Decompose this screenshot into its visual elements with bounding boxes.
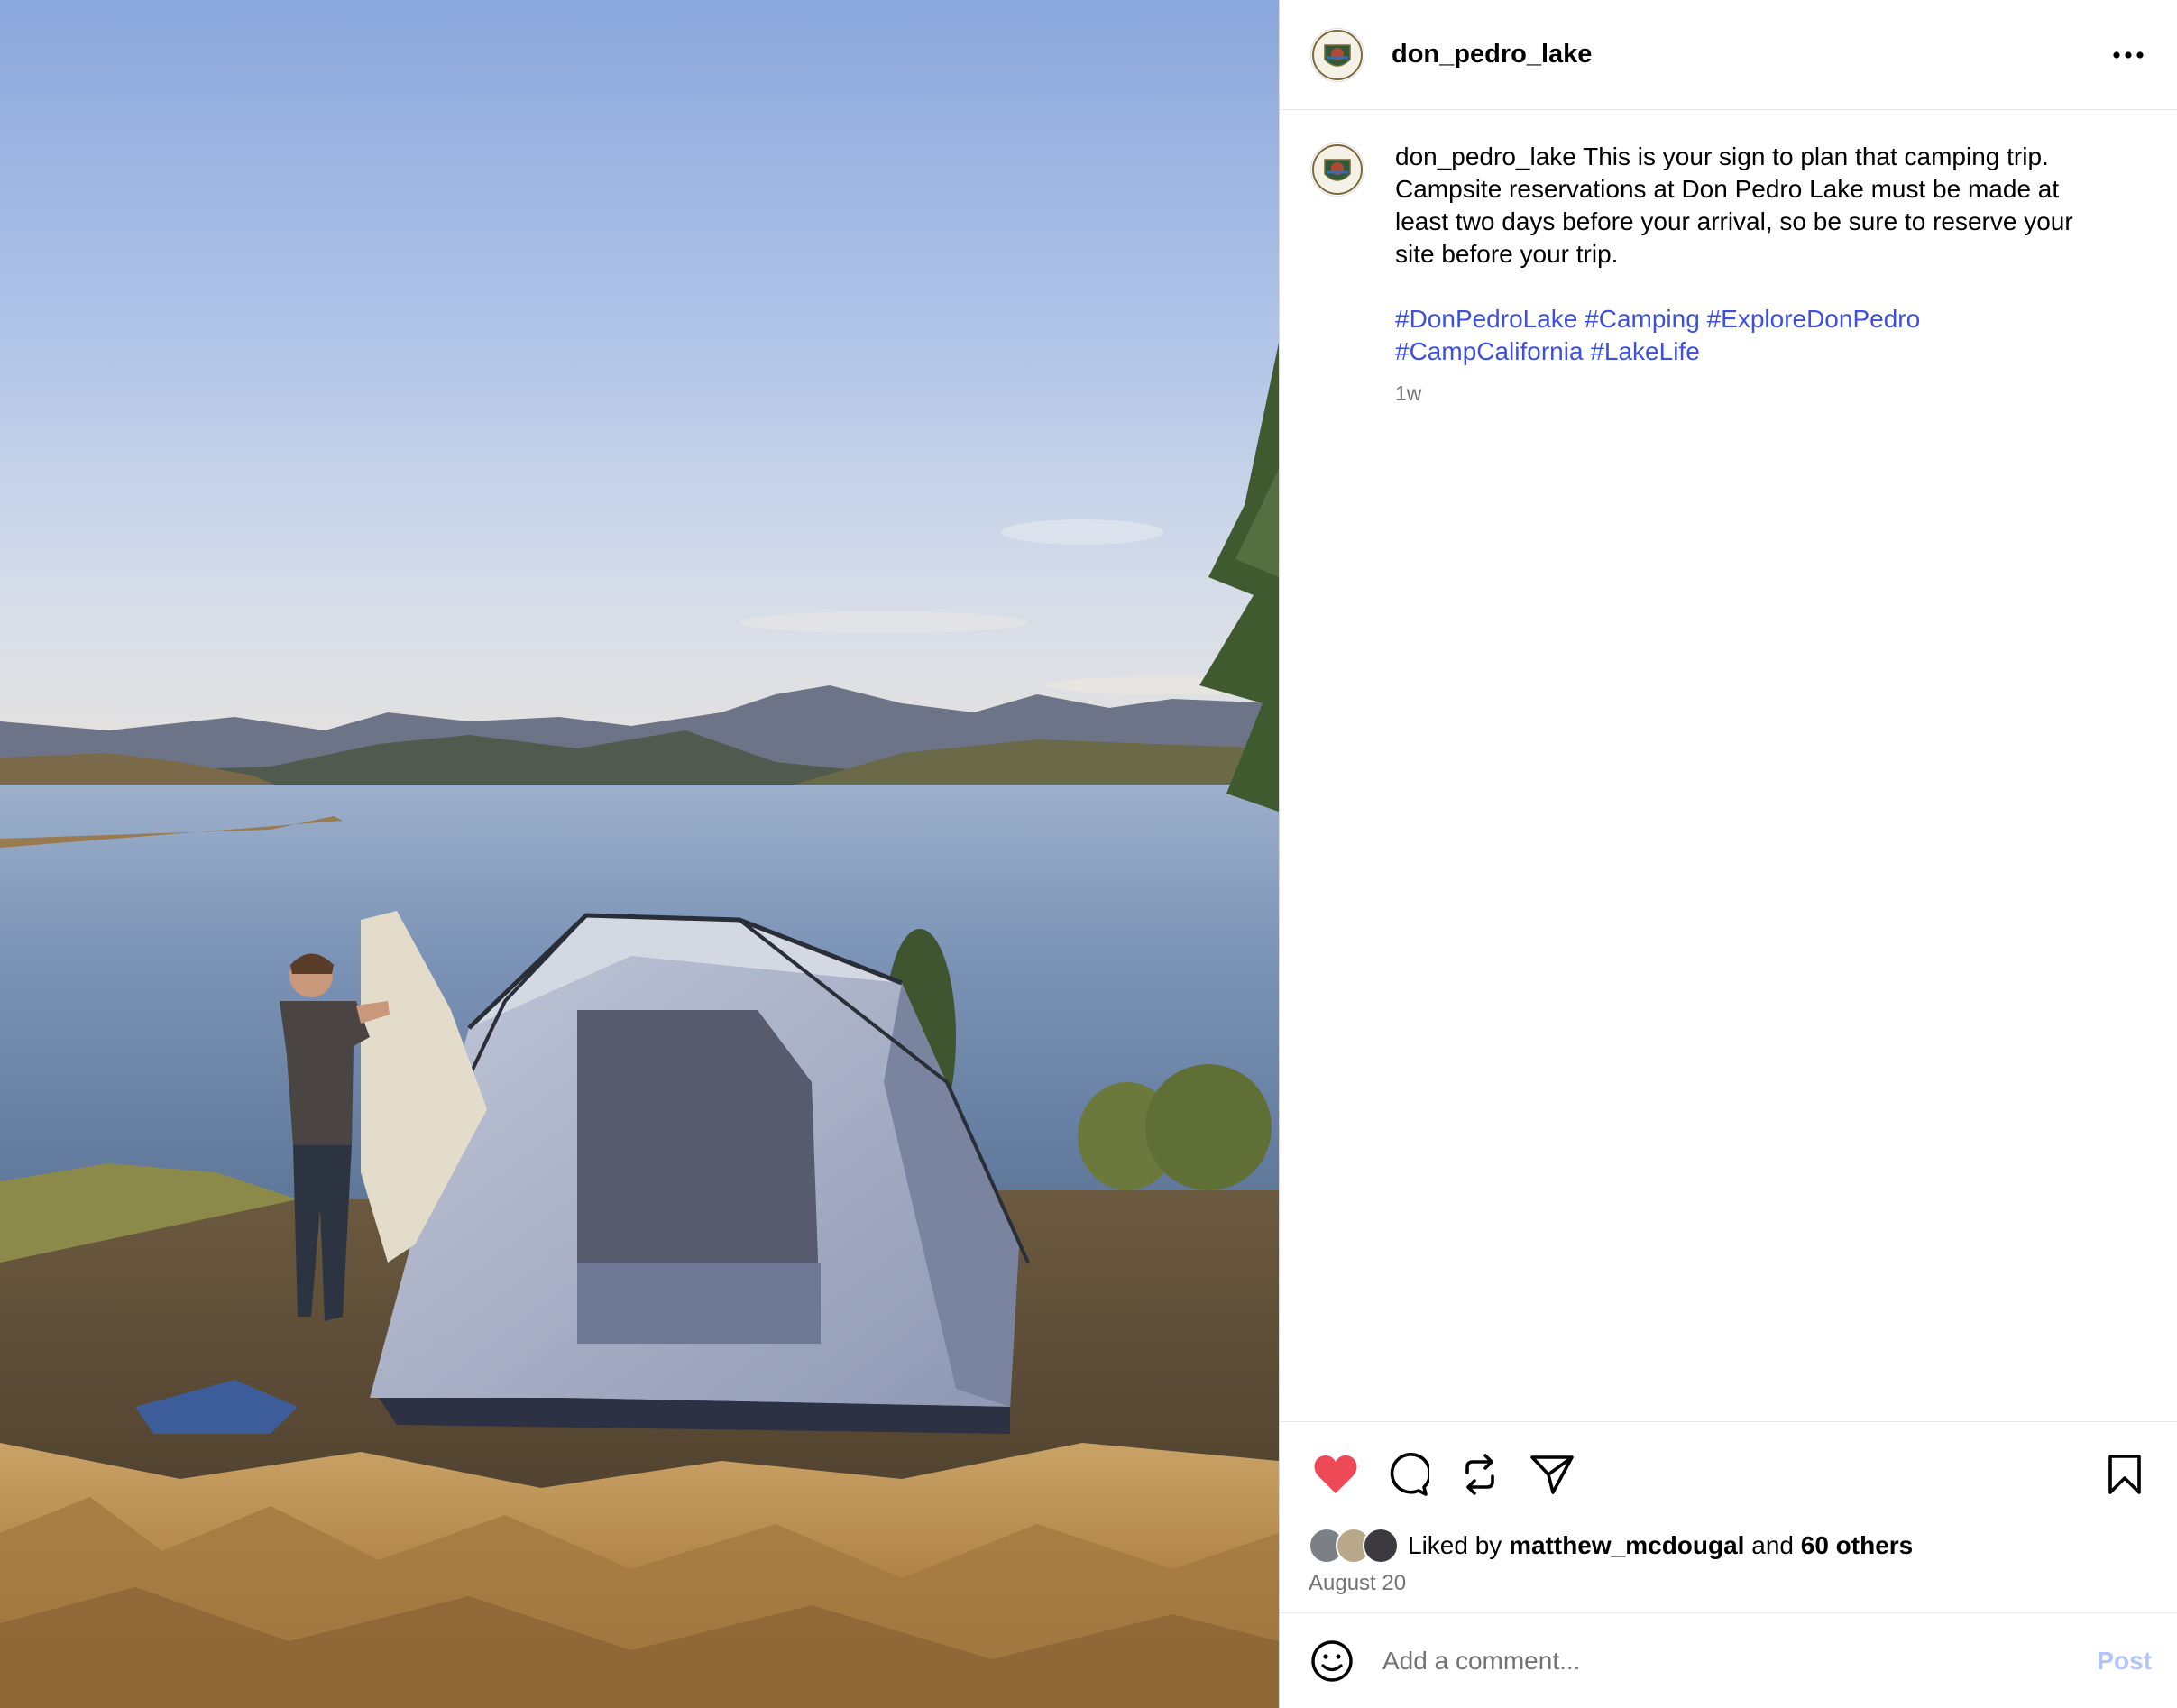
more-icon <box>2113 51 2144 59</box>
hashtag-link[interactable]: #ExploreDonPedro <box>1707 305 1921 333</box>
post-header: don_pedro_lake <box>1280 0 2177 110</box>
like-button[interactable] <box>1309 1447 1363 1501</box>
hashtag-link[interactable]: #DonPedroLake <box>1395 305 1577 333</box>
liker-username[interactable]: matthew_mcdougal <box>1509 1531 1744 1560</box>
post-date[interactable]: August 20 <box>1280 1566 2177 1612</box>
share-button[interactable] <box>1525 1447 1579 1501</box>
account-avatar[interactable] <box>1310 27 1364 82</box>
repost-button[interactable] <box>1453 1447 1507 1501</box>
emoji-icon[interactable] <box>1310 1639 1354 1683</box>
repost-icon <box>1465 1453 1494 1495</box>
heart-filled-icon <box>1314 1455 1357 1493</box>
caption-body: don_pedro_lake This is your sign to plan… <box>1395 141 2108 409</box>
caption-text: don_pedro_lake This is your sign to plan… <box>1395 141 2108 271</box>
comment-icon <box>1390 1452 1429 1496</box>
caption-avatar[interactable] <box>1310 142 1364 197</box>
liker-avatars <box>1309 1528 1399 1564</box>
caption-area: don_pedro_lake This is your sign to plan… <box>1280 110 2177 1421</box>
camping-photo <box>0 0 1279 1708</box>
header-username[interactable]: don_pedro_lake <box>1392 40 1592 69</box>
likes-joiner: and <box>1751 1531 1794 1559</box>
bookmark-icon <box>2108 1454 2141 1494</box>
caption-row: don_pedro_lake This is your sign to plan… <box>1310 141 2148 409</box>
likes-prefix: Liked by <box>1408 1531 1502 1559</box>
post-side-panel: don_pedro_lake don_pedro_lake This is yo… <box>1279 0 2177 1708</box>
more-options-button[interactable] <box>2108 35 2148 75</box>
comment-input[interactable] <box>1381 1645 2098 1676</box>
comment-button[interactable] <box>1381 1447 1435 1501</box>
comment-bar: Post <box>1280 1612 2177 1708</box>
don-pedro-logo-icon <box>1312 144 1363 195</box>
save-button[interactable] <box>2098 1447 2152 1501</box>
likes-count-link[interactable]: 60 others <box>1801 1531 1914 1560</box>
instagram-post: don_pedro_lake don_pedro_lake This is yo… <box>0 0 2177 1708</box>
hashtag-list: #DonPedroLake #Camping #ExploreDonPedro … <box>1395 303 2108 368</box>
hashtag-link[interactable]: #LakeLife <box>1590 337 1699 365</box>
post-comment-button[interactable]: Post <box>2097 1647 2152 1676</box>
caption-age[interactable]: 1w <box>1395 377 2108 409</box>
action-bar <box>1280 1421 2177 1526</box>
caption-username[interactable]: don_pedro_lake <box>1395 142 1576 170</box>
send-icon <box>1530 1455 1574 1494</box>
liker-avatar[interactable] <box>1363 1528 1399 1564</box>
likes-summary: Liked by matthew_mcdougal and 60 others <box>1280 1526 2177 1566</box>
don-pedro-logo-icon <box>1312 29 1363 80</box>
hashtag-link[interactable]: #Camping <box>1585 305 1700 333</box>
post-photo[interactable] <box>0 0 1279 1708</box>
hashtag-link[interactable]: #CampCalifornia <box>1395 337 1584 365</box>
